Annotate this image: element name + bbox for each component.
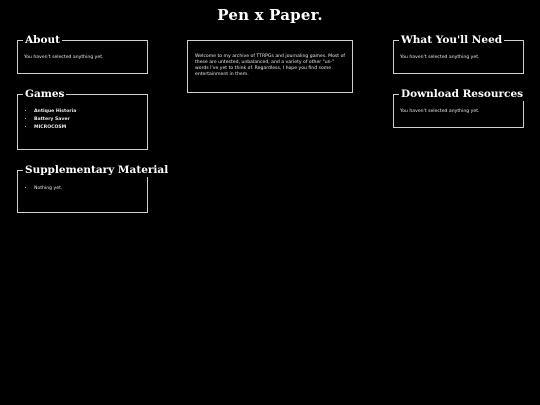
- games-list: Antique Historia Battery Saver MICROCOSM: [24, 108, 76, 132]
- about-panel-text: You haven't selected anything yet.: [24, 55, 104, 60]
- download-resources-panel-title: Download Resources: [399, 88, 526, 101]
- intro-panel: Welcome to my archive of TTRPGs and jour…: [187, 40, 353, 93]
- supplementary-panel-title: Supplementary Material: [23, 164, 171, 177]
- games-panel: Games Antique Historia Battery Saver MIC…: [17, 88, 148, 150]
- what-you-need-panel-title: What You'll Need: [399, 34, 505, 47]
- about-panel-title: About: [23, 34, 62, 47]
- supplementary-list: Nothing yet.: [24, 185, 62, 193]
- what-you-need-panel-text: You haven't selected anything yet.: [400, 55, 480, 60]
- supplementary-panel: Supplementary Material Nothing yet.: [17, 164, 171, 213]
- about-panel: About You haven't selected anything yet.: [17, 34, 148, 74]
- what-you-need-panel: What You'll Need You haven't selected an…: [393, 34, 524, 74]
- game-link-antique-historia[interactable]: Antique Historia: [34, 108, 76, 116]
- site-title: Pen x Paper.: [217, 6, 323, 24]
- supplementary-item: Nothing yet.: [34, 185, 62, 193]
- download-resources-panel: Download Resources You haven't selected …: [393, 88, 526, 128]
- game-link-battery-saver[interactable]: Battery Saver: [34, 116, 76, 124]
- download-resources-panel-text: You haven't selected anything yet.: [400, 109, 480, 114]
- intro-text: Welcome to my archive of TTRPGs and jour…: [195, 54, 345, 78]
- game-link-microcosm[interactable]: MICROCOSM: [34, 124, 76, 132]
- games-panel-title: Games: [23, 88, 67, 101]
